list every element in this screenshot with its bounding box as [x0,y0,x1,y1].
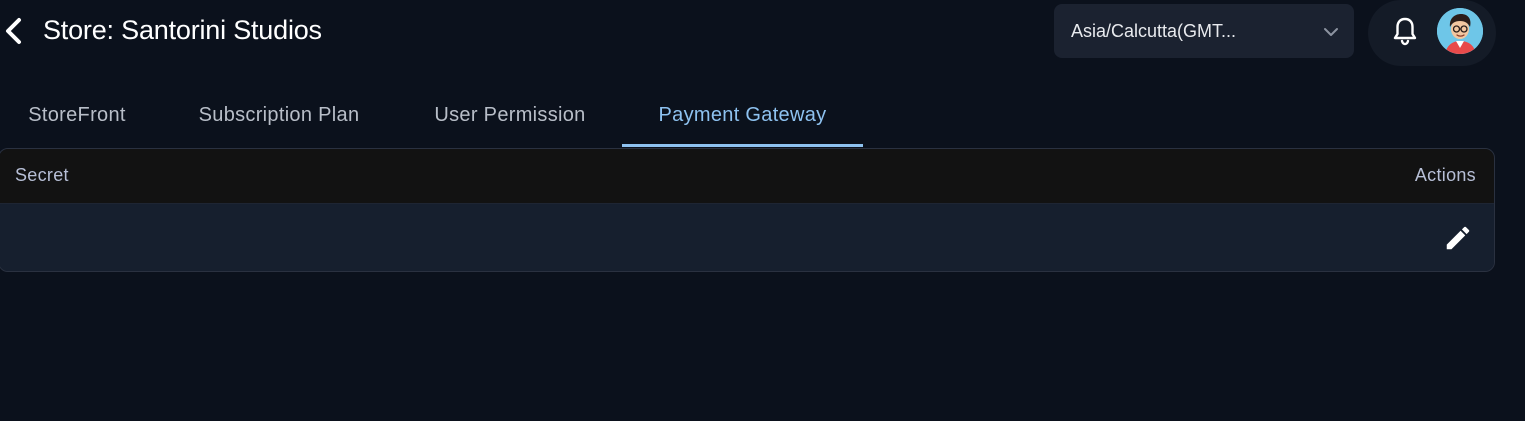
timezone-select[interactable]: Asia/Calcutta(GMT... [1054,4,1354,58]
timezone-value: Asia/Calcutta(GMT... [1071,20,1237,41]
edit-button[interactable] [1442,222,1474,254]
pencil-icon [1446,226,1470,250]
active-tab-indicator [622,144,863,147]
bell-icon [1393,17,1417,46]
settings-tabs: StoreFront Subscription Plan User Permis… [0,84,1525,148]
tab-user-permission[interactable]: User Permission [410,84,610,146]
avatar[interactable] [1437,8,1483,54]
tab-storefront[interactable]: StoreFront [8,84,146,146]
table-row [0,204,1494,271]
payment-gateway-table: Secret Actions [0,148,1495,272]
avatar-illustration [1437,8,1483,54]
notifications-button[interactable] [1390,14,1420,48]
store-settings-page: Store: Santorini Studios Asia/Calcutta(G… [0,0,1525,421]
tab-subscription-plan[interactable]: Subscription Plan [170,84,388,146]
chevron-left-icon [6,18,21,44]
column-header-actions: Actions [1414,165,1476,185]
column-header-secret: Secret [15,165,69,185]
table-header: Secret Actions [0,149,1494,204]
tab-payment-gateway[interactable]: Payment Gateway [622,84,863,146]
back-button[interactable] [0,14,26,48]
chevron-down-icon [1324,28,1338,36]
page-title: Store: Santorini Studios [43,15,322,45]
